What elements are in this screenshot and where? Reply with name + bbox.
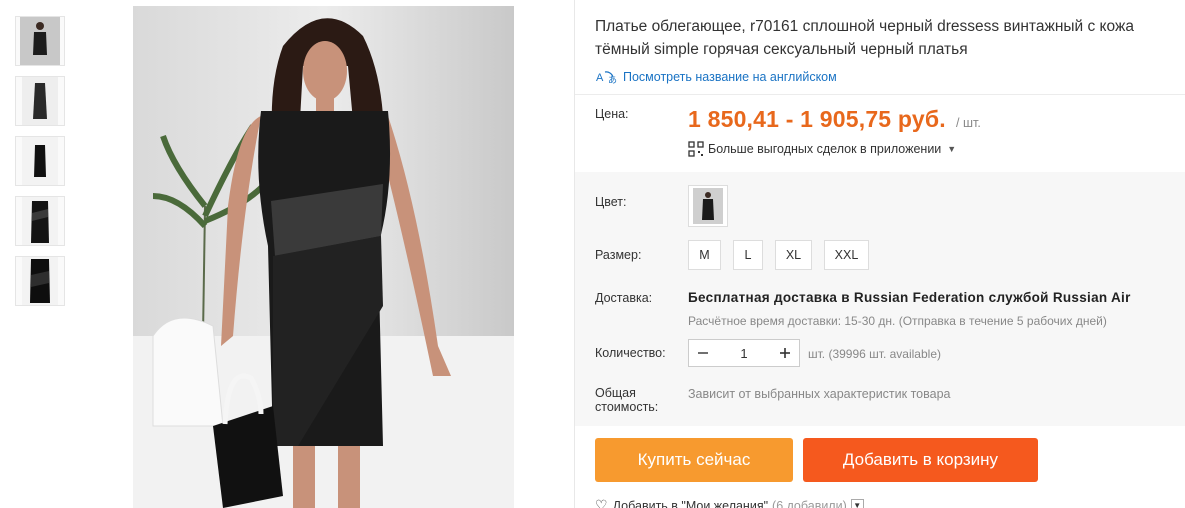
svg-text:あ: あ xyxy=(608,75,617,85)
size-option-xl[interactable]: XL xyxy=(775,240,812,270)
thumbnail-1[interactable] xyxy=(15,16,65,66)
size-options: M L XL XXL xyxy=(688,240,881,270)
product-title-line-2: тёмный simple горячая сексуальный черный… xyxy=(595,41,968,58)
delivery-label: Доставка: xyxy=(595,291,653,305)
section-divider xyxy=(575,94,1185,95)
thumbnail-list xyxy=(15,16,65,316)
quantity-increase-button[interactable] xyxy=(771,340,799,366)
quantity-available: шт. (39996 шт. available) xyxy=(808,347,941,361)
add-to-cart-button[interactable]: Добавить в корзину xyxy=(803,438,1038,482)
size-option-m[interactable]: M xyxy=(688,240,721,270)
delivery-method[interactable]: Бесплатная доставка в Russian Federation… xyxy=(688,290,1131,305)
price-unit: / шт. xyxy=(956,116,981,130)
quantity-stepper xyxy=(688,339,800,367)
total-value: Зависит от выбранных характеристик товар… xyxy=(688,387,951,401)
size-option-xxl[interactable]: XXL xyxy=(824,240,869,270)
total-label: Общая стоимость: xyxy=(595,386,658,414)
wishlist-label: Добавить в "Мои желания" xyxy=(612,498,769,508)
qr-code-icon xyxy=(688,141,704,157)
price-value: 1 850,41 - 1 905,75 руб. xyxy=(688,106,946,132)
thumbnail-4[interactable] xyxy=(15,196,65,246)
size-label: Размер: xyxy=(595,248,642,262)
price-label: Цена: xyxy=(595,107,629,121)
add-to-wishlist-link[interactable]: ♡ Добавить в "Мои желания" (6 добавили) … xyxy=(595,497,864,508)
product-title-line-1: Платье облегающее, r70161 сплошной черны… xyxy=(595,18,1134,35)
main-product-image[interactable] xyxy=(133,6,514,508)
translate-icon: Aあ xyxy=(595,68,623,86)
quantity-decrease-button[interactable] xyxy=(689,340,717,366)
translate-link-label: Посмотреть название на английском xyxy=(623,70,837,84)
app-deals-link[interactable]: Больше выгодных сделок в приложении ▼ xyxy=(688,141,956,157)
svg-text:A: A xyxy=(596,72,604,84)
total-label-line-1: Общая xyxy=(595,386,636,400)
color-label: Цвет: xyxy=(595,195,627,209)
buy-now-button[interactable]: Купить сейчас xyxy=(595,438,793,482)
heart-icon: ♡ xyxy=(595,497,608,508)
color-option-black[interactable] xyxy=(688,185,728,227)
wishlist-count: (6 добавили) xyxy=(772,498,847,508)
thumbnail-3[interactable] xyxy=(15,136,65,186)
total-label-line-2: стоимость: xyxy=(595,400,659,414)
chevron-down-icon: ▼ xyxy=(947,144,957,154)
quantity-label: Количество: xyxy=(595,346,666,360)
product-title: Платье облегающее, r70161 сплошной черны… xyxy=(595,15,1185,61)
thumbnail-5[interactable] xyxy=(15,256,65,306)
minus-icon xyxy=(698,352,708,354)
plus-icon xyxy=(780,348,790,358)
chevron-down-icon[interactable]: ▼ xyxy=(850,499,864,508)
translate-title-link[interactable]: Aあ Посмотреть название на английском xyxy=(595,68,837,86)
delivery-estimate: Расчётное время доставки: 15-30 дн. (Отп… xyxy=(688,314,1107,328)
thumbnail-2[interactable] xyxy=(15,76,65,126)
quantity-input[interactable] xyxy=(717,340,771,366)
app-deals-label: Больше выгодных сделок в приложении xyxy=(708,142,942,156)
size-option-l[interactable]: L xyxy=(733,240,763,270)
